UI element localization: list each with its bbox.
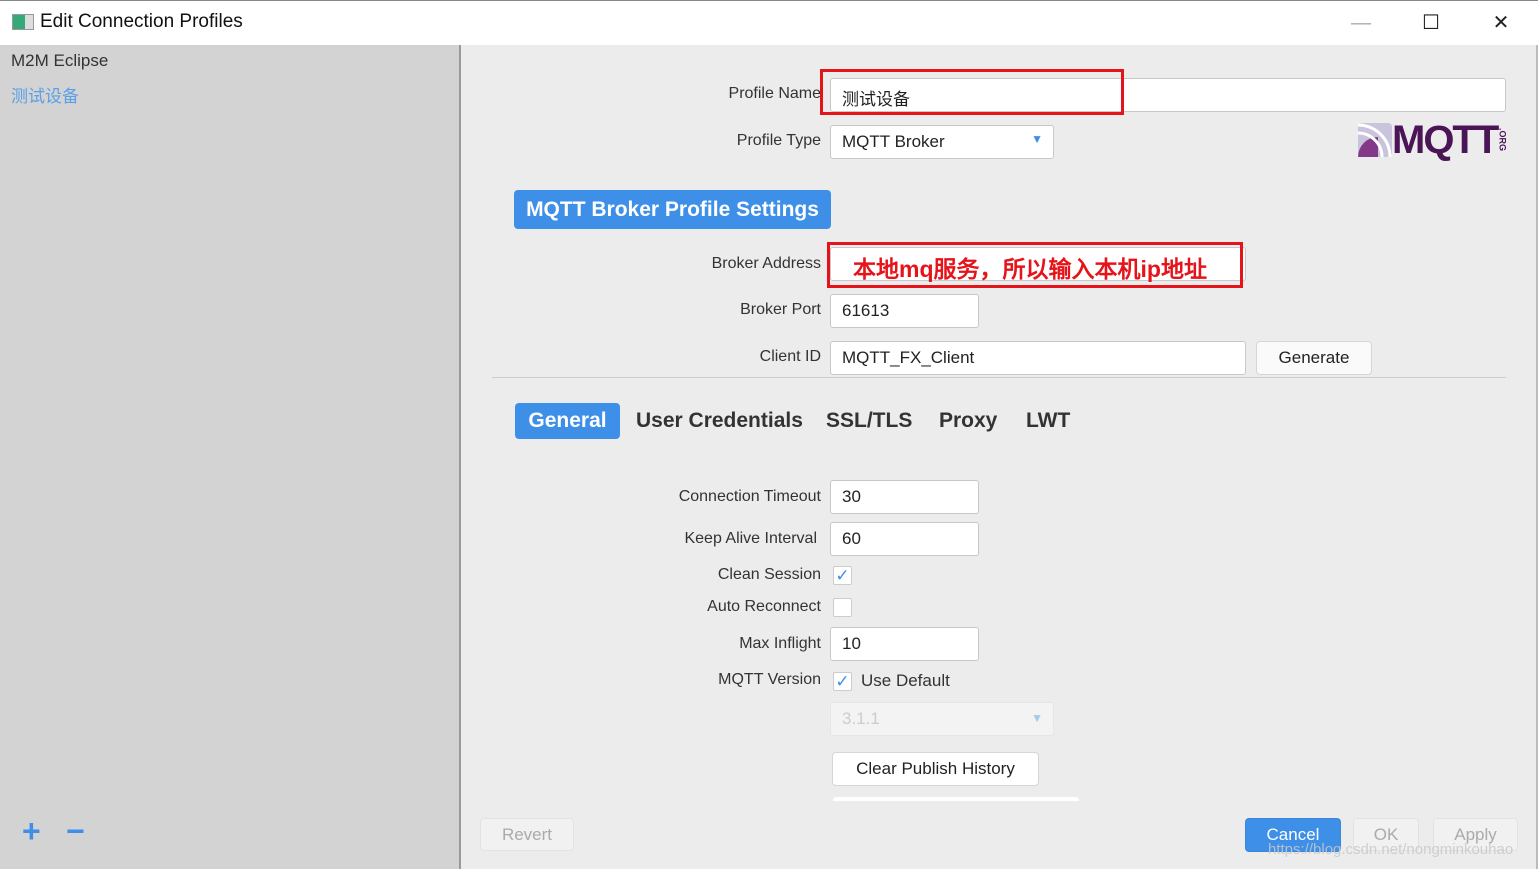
remove-profile-button[interactable]: − <box>66 815 85 847</box>
connection-timeout-label: Connection Timeout <box>678 488 821 505</box>
revert-button[interactable]: Revert <box>480 818 574 851</box>
mqtt-version-value: 3.1.1 <box>842 709 880 728</box>
mqtt-logo-org: .ORG <box>1497 128 1508 152</box>
generate-button[interactable]: Generate <box>1256 341 1372 375</box>
keep-alive-label: Keep Alive Interval <box>684 530 817 547</box>
chevron-down-icon: ▼ <box>1031 132 1043 146</box>
maximize-icon[interactable]: ☐ <box>1416 9 1446 37</box>
window-title: Edit Connection Profiles <box>40 11 243 32</box>
use-default-label: Use Default <box>861 671 950 690</box>
add-profile-button[interactable]: + <box>22 815 41 847</box>
max-inflight-label: Max Inflight <box>739 635 821 652</box>
mqtt-logo-text: MQTT <box>1392 118 1499 162</box>
connection-timeout-input[interactable]: 30 <box>830 480 979 514</box>
mqtt-version-select: 3.1.1 ▼ <box>830 702 1054 736</box>
profile-type-label: Profile Type <box>736 132 821 149</box>
tab-lwt[interactable]: LWT <box>1026 403 1070 439</box>
chevron-down-icon: ▼ <box>1031 711 1043 725</box>
auto-reconnect-checkbox[interactable] <box>833 598 852 617</box>
clean-session-checkbox[interactable]: ✓ <box>833 566 852 585</box>
close-icon[interactable]: ✕ <box>1486 9 1516 37</box>
title-bar: Edit Connection Profiles — ☐ ✕ <box>0 0 1538 45</box>
mqtt-logo-icon <box>1358 123 1392 157</box>
profile-item-selected[interactable]: 测试设备 <box>11 82 79 107</box>
profile-type-value: MQTT Broker <box>842 132 945 151</box>
minimize-icon[interactable]: — <box>1346 9 1376 37</box>
scroll-cutoff-element <box>833 797 1079 801</box>
tab-user-credentials[interactable]: User Credentials <box>636 403 803 439</box>
client-id-input[interactable]: MQTT_FX_Client <box>830 341 1246 375</box>
auto-reconnect-label: Auto Reconnect <box>707 598 821 615</box>
profile-list: M2M Eclipse 测试设备 + − <box>0 45 461 869</box>
profile-item[interactable]: M2M Eclipse <box>11 51 108 71</box>
clean-session-label: Clean Session <box>717 566 821 583</box>
mqtt-version-label: MQTT Version <box>718 671 821 688</box>
watermark: https://blog.csdn.net/nongminkouhao <box>1268 841 1514 858</box>
section-title: MQTT Broker Profile Settings <box>514 190 831 229</box>
client-id-label: Client ID <box>759 348 821 365</box>
profile-editor <box>463 45 1538 869</box>
max-inflight-input[interactable]: 10 <box>830 627 979 661</box>
mqtt-logo: MQTT .ORG <box>1358 118 1508 162</box>
use-default-checkbox[interactable]: ✓ <box>833 672 852 691</box>
broker-port-input[interactable]: 61613 <box>830 294 979 328</box>
keep-alive-input[interactable]: 60 <box>830 522 979 556</box>
profile-name-label: Profile Name <box>728 85 821 102</box>
tab-general[interactable]: General <box>515 403 620 439</box>
clear-publish-history-button[interactable]: Clear Publish History <box>832 752 1039 786</box>
tab-ssl-tls[interactable]: SSL/TLS <box>826 403 912 439</box>
broker-address-label: Broker Address <box>711 255 821 272</box>
profile-type-select[interactable]: MQTT Broker ▼ <box>830 125 1054 159</box>
app-icon <box>12 14 34 30</box>
annotation-note: 本地mq服务，所以输入本机ip地址 <box>827 242 1243 288</box>
broker-port-label: Broker Port <box>740 301 821 318</box>
divider <box>492 377 1506 378</box>
annotation-box <box>820 69 1124 115</box>
tab-proxy[interactable]: Proxy <box>939 403 997 439</box>
